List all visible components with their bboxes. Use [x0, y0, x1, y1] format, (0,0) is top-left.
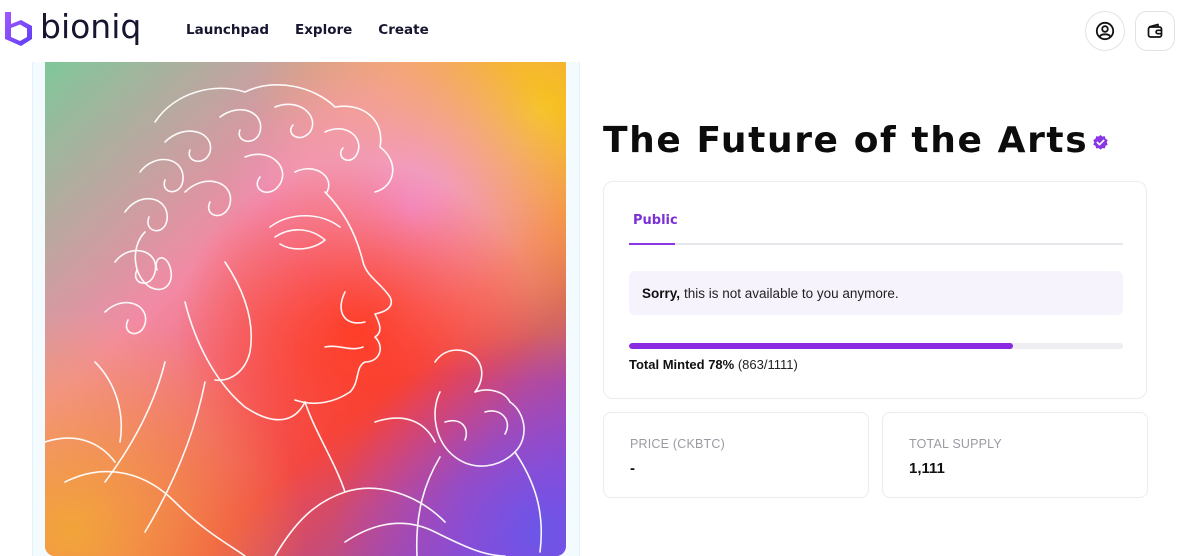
notice-bold-text: Sorry, [642, 285, 681, 301]
price-card: PRICE (CKBTC) - [603, 412, 869, 498]
supply-value: 1,111 [909, 460, 945, 477]
tab-active-indicator [629, 243, 675, 245]
total-minted-count: (863/1111) [737, 357, 798, 372]
brand-name: bioniq [40, 7, 142, 46]
bioniq-logo[interactable]: bioniq [2, 7, 142, 49]
mint-card: Public Sorry, this is not available to y… [603, 181, 1147, 399]
nav-launchpad[interactable]: Launchpad [186, 22, 269, 38]
profile-button[interactable] [1085, 11, 1125, 51]
tab-public[interactable]: Public [633, 213, 678, 228]
bioniq-logo-icon [5, 12, 32, 46]
notice-text: this is not available to you anymore. [684, 285, 899, 301]
line-art-statue-image [45, 62, 566, 556]
collection-title: The Future of the Arts [603, 120, 1089, 161]
tab-divider [629, 243, 1123, 245]
supply-card: TOTAL SUPPLY 1,111 [882, 412, 1148, 498]
collection-artwork[interactable] [45, 62, 566, 556]
artwork-panel [32, 62, 580, 556]
mint-progress-bar [629, 343, 1123, 349]
user-circle-icon [1095, 21, 1115, 41]
supply-label: TOTAL SUPPLY [909, 437, 1002, 451]
top-header: bioniq Launchpad Explore Create [0, 0, 1200, 62]
total-minted-label: Total Minted 78% [629, 357, 735, 372]
wallet-icon [1147, 23, 1163, 38]
total-minted: Total Minted 78% (863/1111) [629, 357, 798, 372]
nav-create[interactable]: Create [378, 22, 428, 38]
nav-explore[interactable]: Explore [295, 22, 352, 38]
wallet-button[interactable] [1135, 11, 1175, 51]
availability-notice: Sorry, this is not available to you anym… [629, 271, 1123, 315]
price-value: - [630, 460, 635, 477]
mint-progress-fill [629, 343, 1013, 349]
verified-badge-icon [1093, 134, 1108, 150]
main-nav: Launchpad Explore Create [186, 22, 429, 38]
price-label: PRICE (CKBTC) [630, 437, 725, 451]
collection-title-row: The Future of the Arts [603, 120, 1109, 161]
